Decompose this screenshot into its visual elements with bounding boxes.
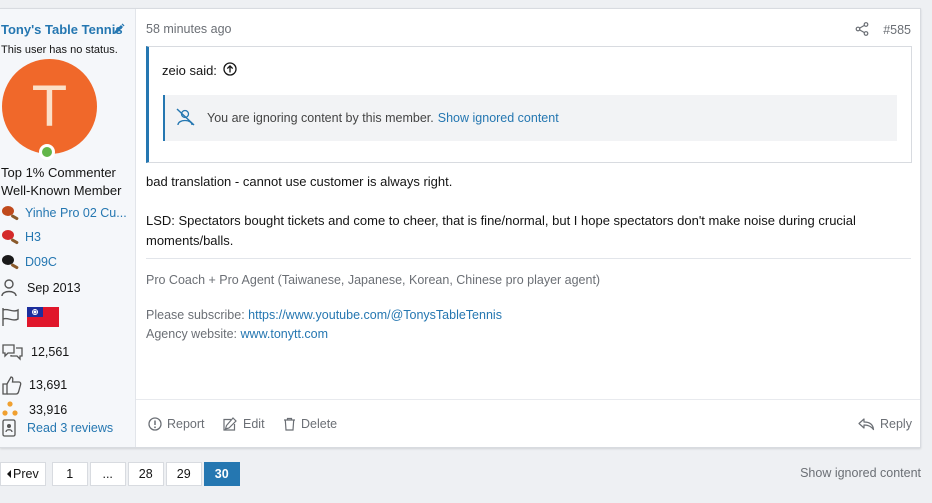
share-icon[interactable] — [855, 22, 869, 39]
page-1-button[interactable]: 1 — [51, 462, 88, 486]
signature-line-1: Pro Coach + Pro Agent (Taiwanese, Japane… — [146, 273, 601, 287]
avatar[interactable]: T — [2, 59, 97, 154]
quote-block: zeio said: You are ignoring content by t… — [146, 46, 912, 163]
reaction-score: 13,691 — [1, 375, 67, 395]
ignore-user-icon — [175, 107, 197, 130]
post-body-line-2: LSD: Spectators bought tickets and come … — [146, 213, 856, 248]
ignored-content-text: You are ignoring content by this member. — [207, 111, 434, 125]
agency-website-link[interactable]: www.tonytt.com — [241, 327, 329, 341]
actions-divider — [136, 399, 920, 400]
reviews-icon — [2, 419, 16, 437]
prev-page-button[interactable]: Prev — [0, 462, 46, 486]
post-timestamp[interactable]: 58 minutes ago — [146, 22, 231, 36]
signature-subscribe-label: Please subscribe: — [146, 308, 245, 322]
caret-left-icon — [7, 470, 11, 478]
delete-button[interactable]: Delete — [283, 417, 337, 431]
thumbs-up-icon — [2, 376, 22, 395]
reply-label: Reply — [880, 417, 912, 431]
joined-date-value: Sep 2013 — [27, 281, 81, 295]
equipment-backhand-link[interactable]: D09C — [25, 255, 57, 269]
post-number-link[interactable]: #585 — [883, 23, 911, 37]
paddle-icon — [2, 230, 19, 245]
post-container: Tony's Table Tennis This user has no sta… — [0, 8, 921, 448]
messages-icon — [2, 344, 23, 361]
report-label: Report — [167, 417, 205, 431]
prev-label: Prev — [13, 467, 39, 481]
footer-show-ignored-link[interactable]: Show ignored content — [800, 466, 921, 480]
show-ignored-content-link[interactable]: Show ignored content — [438, 111, 559, 125]
paddle-icon — [2, 255, 19, 270]
read-reviews-link[interactable]: Read 3 reviews — [27, 421, 113, 435]
arrow-up-circle-icon[interactable] — [223, 62, 237, 79]
equipment-backhand: D09C — [1, 253, 57, 271]
edit-icon — [223, 417, 237, 431]
quote-header: zeio said: — [162, 62, 237, 79]
reaction-score-value: 13,691 — [29, 378, 68, 392]
post-body-line-1: bad translation - cannot use customer is… — [146, 174, 453, 189]
paddle-icon — [2, 206, 19, 221]
equipment-forehand: H3 — [1, 228, 41, 246]
joined-date: Sep 2013 — [1, 278, 81, 298]
youtube-link[interactable]: https://www.youtube.com/@TonysTableTenni… — [248, 308, 502, 322]
equipment-blade-link[interactable]: Yinhe Pro 02 Cu... — [25, 206, 127, 220]
edit-label: Edit — [243, 417, 265, 431]
user-banner-top-commenter: Top 1% Commenter — [1, 165, 116, 180]
quote-author[interactable]: zeio said: — [162, 63, 217, 78]
trophy-points-value: 33,916 — [29, 403, 68, 417]
user-reviews: Read 3 reviews — [1, 418, 113, 438]
user-sidebar: Tony's Table Tennis This user has no sta… — [0, 9, 136, 447]
username-link[interactable]: Tony's Table Tennis — [1, 22, 131, 37]
message-count: 12,561 — [1, 342, 69, 362]
flag-icon — [2, 308, 19, 326]
signature-subscribe: Please subscribe: https://www.youtube.co… — [146, 308, 502, 322]
signature-agency: Agency website: www.tonytt.com — [146, 327, 328, 341]
points-icon — [2, 401, 18, 416]
signature-divider — [146, 258, 911, 259]
signature-agency-label: Agency website: — [146, 327, 238, 341]
user-icon — [1, 279, 17, 297]
trophy-points: 33,916 — [1, 400, 67, 420]
user-location — [1, 307, 59, 327]
user-status: This user has no status. — [1, 44, 118, 56]
report-button[interactable]: Report — [148, 417, 205, 431]
reply-icon — [858, 418, 875, 431]
equipment-forehand-link[interactable]: H3 — [25, 230, 41, 244]
user-banner-well-known: Well-Known Member — [1, 183, 122, 198]
pencil-icon[interactable] — [113, 23, 125, 38]
taiwan-flag-icon — [27, 307, 59, 327]
reply-button[interactable]: Reply — [858, 417, 912, 431]
equipment-blade: Yinhe Pro 02 Cu... — [1, 204, 127, 222]
delete-label: Delete — [301, 417, 338, 431]
page-ellipsis-button[interactable]: ... — [89, 462, 126, 486]
edit-button[interactable]: Edit — [222, 417, 265, 431]
online-indicator-icon — [39, 144, 55, 160]
page-28-button[interactable]: 28 — [127, 462, 164, 486]
page-29-button[interactable]: 29 — [165, 462, 202, 486]
post-main: 58 minutes ago #585 zeio said: You are i… — [146, 9, 912, 447]
alert-circle-icon — [148, 417, 162, 431]
page-30-current[interactable]: 30 — [203, 462, 240, 486]
pagination: Prev 1 ... 28 29 30 — [0, 462, 242, 486]
message-count-value: 12,561 — [31, 345, 70, 359]
trash-icon — [284, 417, 295, 431]
ignored-content-notice: You are ignoring content by this member.… — [163, 95, 897, 141]
